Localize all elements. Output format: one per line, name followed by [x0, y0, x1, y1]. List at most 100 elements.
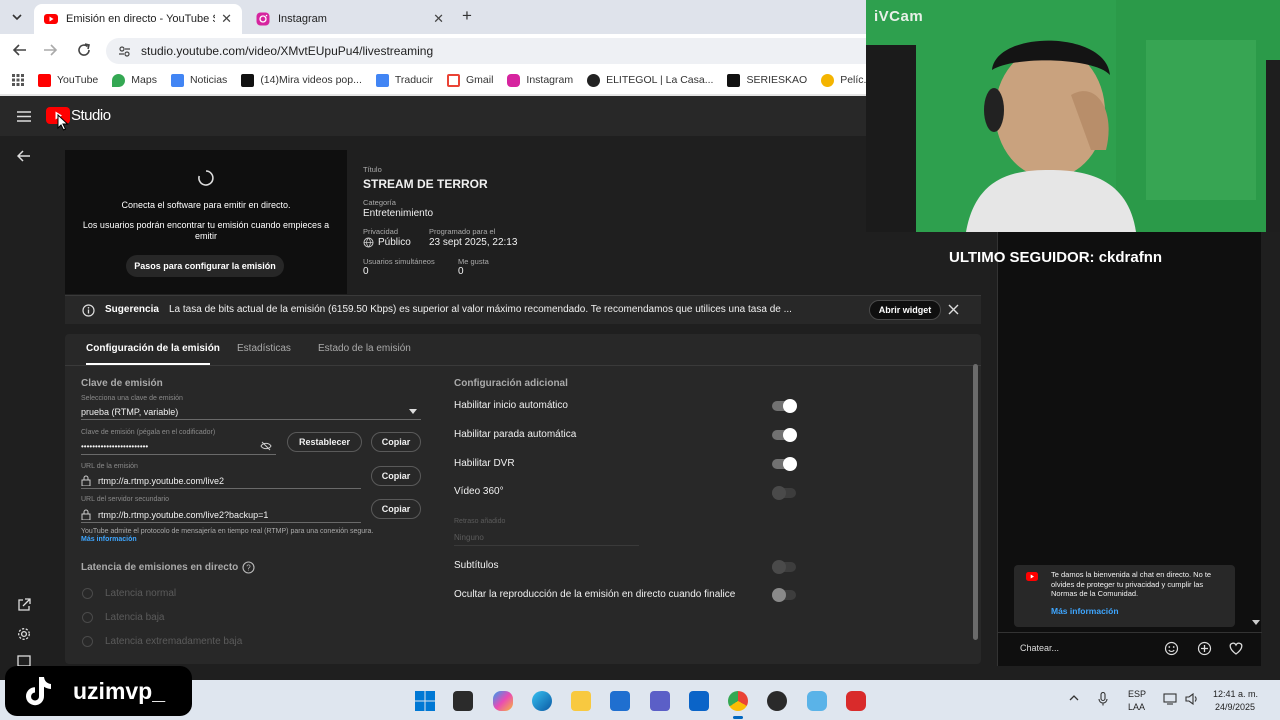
subtitles-label: Subtítulos [454, 560, 499, 571]
studio-logo[interactable]: Studio [46, 107, 111, 124]
show-hidden-icons[interactable] [1069, 695, 1079, 701]
volume-icon[interactable] [1185, 693, 1199, 705]
dropdown-arrow-icon [409, 409, 417, 414]
language-laa[interactable]: LAA [1128, 702, 1145, 712]
bookmark-elitegol[interactable]: ELITEGOL | La Casa... [587, 73, 713, 87]
bookmark-label: SERIESKAO [746, 74, 808, 86]
auto-start-toggle[interactable] [772, 399, 797, 413]
bookmark-noticias[interactable]: Noticias [170, 73, 227, 87]
help-icon[interactable]: ? [242, 561, 255, 574]
reload-icon[interactable] [76, 42, 92, 58]
bookmark-label: YouTube [57, 74, 99, 86]
edge-icon[interactable] [532, 691, 552, 711]
language-esp[interactable]: ESP [1128, 689, 1146, 699]
tab-instagram[interactable]: Instagram ✕ [246, 4, 454, 34]
copilot-icon[interactable] [493, 691, 513, 711]
clock-time[interactable]: 12:41 a. m. [1213, 689, 1258, 699]
copy-key-button[interactable]: Copiar [371, 432, 421, 452]
tab-stream-health[interactable]: Estado de la emisión [318, 343, 411, 354]
bookmark-maps[interactable]: Maps [112, 73, 157, 87]
back-arrow-icon[interactable] [17, 149, 31, 163]
address-bar[interactable]: studio.youtube.com/video/XMvtEUpuPu4/liv… [106, 38, 866, 64]
settings-gear-icon[interactable] [17, 627, 31, 641]
close-tab-icon[interactable]: ✕ [221, 11, 232, 27]
tab-search-button[interactable] [8, 8, 26, 26]
teams-icon[interactable] [650, 691, 670, 711]
site-settings-icon[interactable] [118, 45, 131, 58]
copy-backup-button[interactable]: Copiar [371, 499, 421, 519]
task-view-icon[interactable] [453, 691, 473, 711]
outlook-icon[interactable] [689, 691, 709, 711]
latency-ultralow-radio[interactable] [82, 636, 93, 647]
dvr-toggle[interactable] [772, 457, 797, 471]
subtitles-toggle[interactable] [772, 560, 796, 574]
chat-input[interactable]: Chatear... [1020, 643, 1059, 653]
close-icon[interactable] [948, 304, 959, 315]
delay-label: Retraso añadido [454, 518, 506, 525]
backup-url-label: URL del servidor secundario [81, 496, 170, 503]
open-widget-button[interactable]: Abrir widget [869, 300, 941, 320]
obs-icon[interactable] [767, 691, 787, 711]
bookmark-instagram[interactable]: Instagram [507, 73, 574, 87]
youtube-icon [44, 12, 58, 26]
more-info-link[interactable]: Más información [81, 536, 137, 543]
latency-heading: Latencia de emisiones en directo [81, 562, 239, 573]
heart-icon[interactable] [1228, 641, 1244, 656]
microphone-icon[interactable] [1098, 692, 1108, 706]
network-icon[interactable] [1163, 693, 1177, 705]
apps-grid-icon[interactable] [12, 74, 24, 86]
windows-start-icon[interactable] [415, 691, 435, 711]
bookmark-peliculas[interactable]: Pelíc... [821, 73, 866, 87]
recorder-app-icon[interactable] [846, 691, 866, 711]
stream-key-select[interactable]: prueba (RTMP, variable) [81, 404, 421, 420]
translate-icon [375, 73, 389, 87]
panel-scrollbar[interactable] [973, 364, 978, 640]
welcome-text: Te damos la bienvenida al chat en direct… [1051, 570, 1212, 598]
stream-key-input[interactable]: •••••••••••••••••••••••• [81, 439, 276, 455]
back-icon[interactable] [12, 42, 28, 58]
welcome-more-info-link[interactable]: Más información [1051, 606, 1119, 616]
bookmark-label: Instagram [526, 74, 574, 86]
bookmark-gmail[interactable]: Gmail [446, 73, 494, 87]
emoji-icon[interactable] [1164, 641, 1179, 656]
setup-stream-button[interactable]: Pasos para configurar la emisión [126, 255, 284, 277]
tab-youtube-studio[interactable]: Emisión en directo - YouTube Studio ✕ [34, 4, 242, 34]
viewers-label: Usuarios simultáneos [363, 257, 435, 266]
close-tab-icon[interactable]: ✕ [433, 11, 444, 27]
microsoft-store-icon[interactable] [610, 691, 630, 711]
latency-low-radio[interactable] [82, 612, 93, 623]
video-360-toggle[interactable] [772, 486, 796, 500]
bookmark-youtube[interactable]: YouTube [38, 73, 99, 87]
delay-select[interactable]: Ninguno [454, 530, 639, 546]
new-tab-button[interactable]: + [462, 6, 472, 26]
bookmark-tiktok[interactable]: (14)Mira videos pop... [241, 73, 362, 87]
forward-icon[interactable] [42, 42, 58, 58]
copy-url-button[interactable]: Copiar [371, 466, 421, 486]
menu-icon[interactable] [17, 111, 31, 122]
lock-icon [81, 475, 91, 486]
tiktok-handle-overlay: uzimvp_ [5, 666, 192, 716]
latency-normal-radio[interactable] [82, 588, 93, 599]
clock-date[interactable]: 24/9/2025 [1215, 702, 1255, 712]
bookmark-traducir[interactable]: Traducir [375, 73, 433, 87]
category-label: Categoría [363, 198, 396, 207]
stream-key-select-value: prueba (RTMP, variable) [81, 406, 179, 417]
bookmark-serieskao[interactable]: SERIESKAO [727, 73, 808, 87]
likes-value: 0 [458, 266, 464, 277]
globe-icon [363, 237, 374, 248]
privacy-value: Público [378, 237, 411, 248]
external-link-icon[interactable] [17, 598, 31, 612]
hide-replay-toggle[interactable] [772, 588, 796, 602]
tab-stream-settings[interactable]: Configuración de la emisión [86, 343, 220, 354]
chrome-icon[interactable] [728, 691, 748, 711]
hide-eye-icon[interactable] [260, 441, 272, 451]
bookmark-label: Gmail [465, 74, 494, 86]
tab-statistics[interactable]: Estadísticas [237, 343, 291, 354]
file-explorer-icon[interactable] [571, 691, 591, 711]
super-chat-icon[interactable] [1197, 641, 1212, 656]
mouse-cursor-icon [57, 114, 69, 131]
chat-scroll-down-icon[interactable] [1252, 620, 1260, 625]
ivcam-app-icon[interactable] [807, 691, 827, 711]
reset-key-button[interactable]: Restablecer [287, 432, 362, 452]
auto-stop-toggle[interactable] [772, 428, 797, 442]
